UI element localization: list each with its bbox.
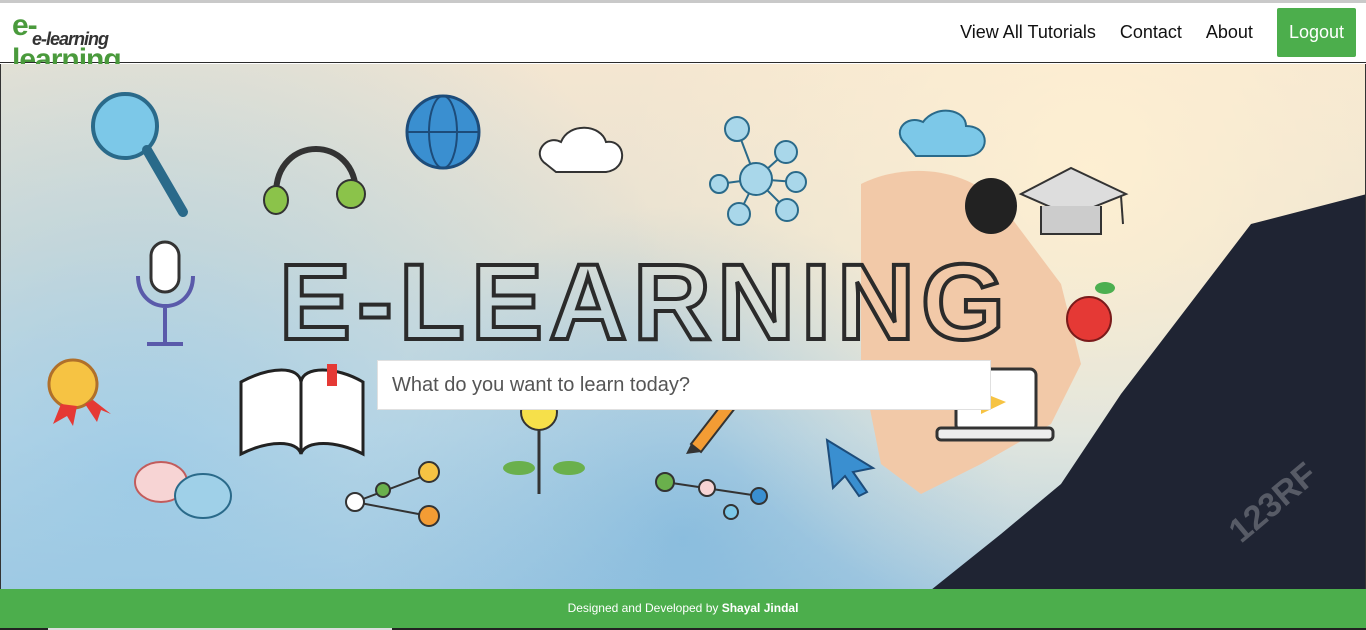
apple-icon [1066, 282, 1115, 342]
footer-credit-prefix: Designed and Developed by [567, 601, 722, 615]
nav-links: View All Tutorials Contact About Logout [936, 8, 1356, 57]
hero-banner: E-LEARNING 123RF What do you want to lea… [0, 64, 1366, 590]
nav-about[interactable]: About [1206, 22, 1253, 43]
search-input[interactable] [378, 361, 990, 409]
footer-author: Shayal Jindal [721, 601, 799, 615]
search-box[interactable] [377, 360, 991, 410]
nav-view-all-tutorials[interactable]: View All Tutorials [960, 22, 1096, 43]
banner-text: E-LEARNING [279, 241, 1011, 362]
marker [965, 178, 1017, 234]
cloud-icon [898, 109, 986, 157]
network-icon [709, 116, 807, 226]
microphone-icon [136, 240, 195, 346]
logout-button[interactable]: Logout [1276, 8, 1356, 57]
cloud-icon [538, 126, 624, 173]
hero-illustration: E-LEARNING 123RF [47, 92, 1365, 590]
graduation-cap-icon [1018, 166, 1129, 235]
share-icon [345, 461, 440, 527]
chat-bubbles-icon [134, 461, 232, 519]
magnifier-icon [91, 92, 188, 217]
navbar: e-learning e-learning View All Tutorials… [0, 3, 1366, 76]
logo-subtext: e-learning [32, 29, 109, 49]
headset-icon [263, 146, 366, 215]
molecule-icon [655, 472, 768, 520]
cursor-icon [825, 438, 876, 498]
site-logo[interactable]: e-learning e-learning [12, 9, 144, 76]
footer: Designed and Developed by Shayal Jindal [0, 589, 1366, 628]
nav-contact[interactable]: Contact [1120, 22, 1182, 43]
globe-icon [405, 94, 481, 170]
award-icon [47, 358, 111, 426]
book-icon [239, 364, 365, 457]
